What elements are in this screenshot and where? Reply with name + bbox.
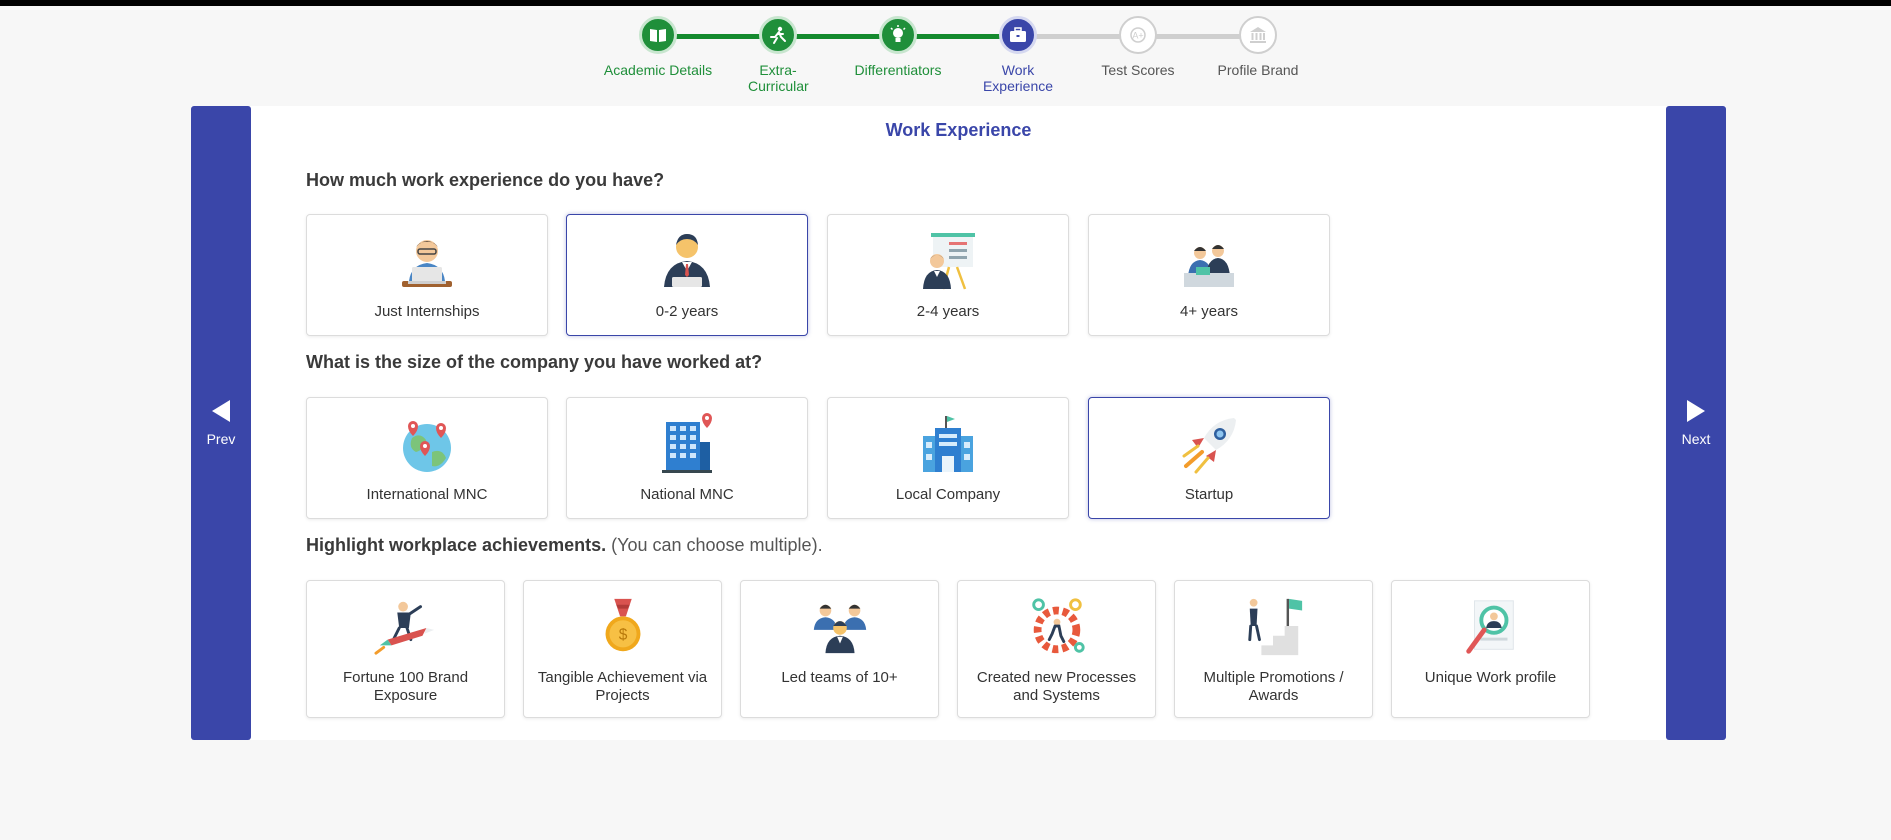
employee-icon <box>664 234 710 287</box>
svg-text:$: $ <box>618 627 627 644</box>
option-label: Created new Processes and Systems <box>976 669 1137 704</box>
question-company-size: What is the size of the company you have… <box>306 352 763 372</box>
meeting-icon <box>1184 245 1234 287</box>
runner-icon <box>759 16 797 54</box>
step-label: Academic Details <box>603 62 713 78</box>
option-label: Just Internships <box>374 303 480 320</box>
step-label: Profile Brand <box>1217 62 1299 78</box>
top-black-bar <box>0 0 1891 6</box>
institution-icon <box>1239 16 1277 54</box>
next-button[interactable]: Next <box>1666 106 1726 740</box>
gear-person-icon <box>1031 598 1085 654</box>
stairs-flag-icon <box>1247 598 1302 656</box>
option-fortune-100[interactable]: Fortune 100 Brand Exposure <box>306 580 505 718</box>
option-label: Multiple Promotions / Awards <box>1203 669 1344 704</box>
option-just-internships[interactable]: Just Internships <box>306 214 548 336</box>
option-label: National MNC <box>640 486 734 503</box>
svg-text:A+: A+ <box>1132 31 1143 41</box>
question-achievements-note: (You can choose multiple). <box>611 535 823 555</box>
option-startup[interactable]: Startup <box>1088 397 1330 519</box>
option-promotions-awards[interactable]: Multiple Promotions / Awards <box>1174 580 1373 718</box>
page-title: Work Experience <box>885 120 1032 140</box>
grade-icon: A+ <box>1119 16 1157 54</box>
question-achievements: Highlight workplace achievements. (You c… <box>306 535 823 556</box>
intern-laptop-icon <box>402 240 452 287</box>
option-label: Fortune 100 Brand Exposure <box>342 669 469 704</box>
step-label: Differentiators <box>854 62 942 78</box>
step-work-experience[interactable]: Work Experience <box>958 14 1078 94</box>
option-label: 0-2 years <box>655 303 719 320</box>
arrow-left-icon <box>212 399 230 422</box>
option-international-mnc[interactable]: International MNC <box>306 397 548 519</box>
rocket-icon <box>1182 418 1236 474</box>
profile-search-icon <box>1465 600 1514 654</box>
option-0-2-years[interactable]: 0-2 years <box>566 214 808 336</box>
progress-stepper: Academic Details Extra-Curricular Differ… <box>598 14 1298 104</box>
building-pin-icon <box>662 413 712 473</box>
option-national-mnc[interactable]: National MNC <box>566 397 808 519</box>
prev-label: Prev <box>206 430 236 447</box>
option-tangible-achievement[interactable]: $ Tangible Achievement via Projects <box>523 580 722 718</box>
step-label: Extra-Curricular <box>748 62 809 94</box>
option-unique-work-profile[interactable]: Unique Work profile <box>1391 580 1590 718</box>
option-led-teams[interactable]: Led teams of 10+ <box>740 580 939 718</box>
option-label: Unique Work profile <box>1424 669 1557 686</box>
step-academic-details[interactable]: Academic Details <box>598 14 718 78</box>
step-differentiators[interactable]: Differentiators <box>838 14 958 78</box>
option-2-4-years[interactable]: 2-4 years <box>827 214 1069 336</box>
option-label: 2-4 years <box>916 303 980 320</box>
step-label: Work Experience <box>982 62 1054 94</box>
step-test-scores[interactable]: A+ Test Scores <box>1078 14 1198 78</box>
option-local-company[interactable]: Local Company <box>827 397 1069 519</box>
option-label: 4+ years <box>1180 303 1238 320</box>
option-label: International MNC <box>366 486 488 503</box>
option-label: Local Company <box>895 486 1001 503</box>
option-label: Tangible Achievement via Projects <box>537 669 708 704</box>
globe-pins-icon <box>403 421 451 472</box>
book-icon <box>639 16 677 54</box>
office-icon <box>923 416 973 472</box>
option-label: Led teams of 10+ <box>781 669 898 686</box>
step-profile-brand[interactable]: Profile Brand <box>1198 14 1318 78</box>
step-extra-curricular[interactable]: Extra-Curricular <box>718 14 838 94</box>
prev-button[interactable]: Prev <box>191 106 251 740</box>
briefcase-icon <box>999 16 1037 54</box>
team-icon <box>813 604 866 654</box>
question-work-experience: How much work experience do you have? <box>306 170 665 190</box>
medal-icon: $ <box>605 598 640 652</box>
next-label: Next <box>1681 430 1711 447</box>
step-label: Test Scores <box>1101 62 1175 78</box>
option-processes-systems[interactable]: Created new Processes and Systems <box>957 580 1156 718</box>
presenter-icon <box>923 233 975 290</box>
option-4-plus-years[interactable]: 4+ years <box>1088 214 1330 336</box>
lightbulb-icon <box>879 16 917 54</box>
rocket-man-icon <box>373 601 434 655</box>
option-label: Startup <box>1184 486 1234 503</box>
arrow-right-icon <box>1687 399 1705 422</box>
question-achievements-text: Highlight workplace achievements. <box>306 535 607 555</box>
